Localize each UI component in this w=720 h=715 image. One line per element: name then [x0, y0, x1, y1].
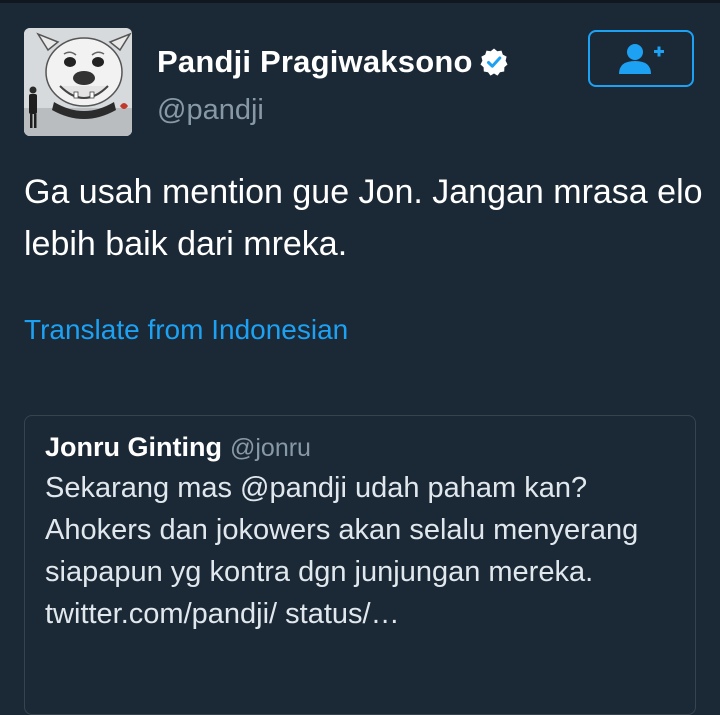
quoted-tweet-text: Sekarang mas @pandji udah paham kan? Aho…: [45, 472, 639, 630]
author-display-name[interactable]: Pandji Pragiwaksono: [157, 44, 473, 80]
top-divider: [0, 0, 720, 3]
follow-button[interactable]: [588, 30, 694, 87]
quoted-tweet-header: Jonru Ginting @jonru: [45, 432, 675, 463]
quoted-author-name: Jonru Ginting: [45, 432, 222, 462]
add-user-icon: [619, 43, 664, 74]
verified-badge-icon: [479, 47, 509, 77]
avatar[interactable]: [24, 28, 132, 136]
translate-link[interactable]: Translate from Indonesian: [24, 314, 348, 346]
author-display-name-row[interactable]: Pandji Pragiwaksono: [157, 44, 509, 80]
tweet-text: Ga usah mention gue Jon. Jangan mrasa el…: [24, 173, 703, 263]
quoted-author-handle: @jonru: [229, 434, 311, 462]
author-handle[interactable]: @pandji: [157, 94, 264, 127]
bulldog-mural-avatar-image: [24, 28, 132, 136]
quoted-tweet-card[interactable]: Jonru Ginting @jonru Sekarang mas @pandj…: [24, 415, 696, 715]
